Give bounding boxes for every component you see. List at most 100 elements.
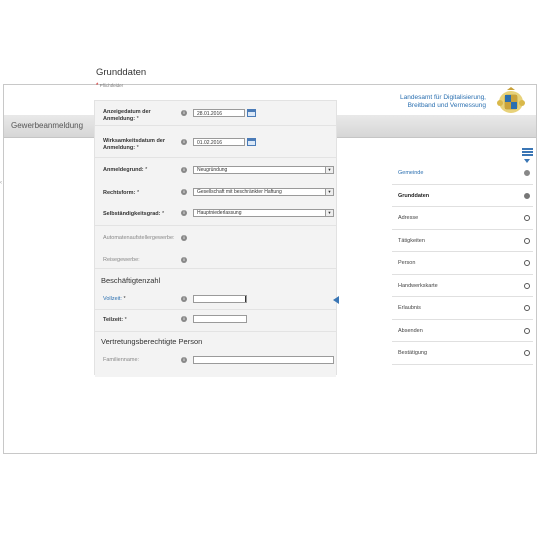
page-title: Gewerbeanmeldung (11, 121, 84, 130)
step-person[interactable]: Person (392, 252, 533, 275)
anmeldegrund-label-text: Anmeldegrund: (103, 167, 144, 173)
required-hint-text: Pflichtfelder (99, 83, 124, 88)
anzeigedatum-label-line1: Anzeigedatum der (103, 109, 151, 115)
required-marker: * (124, 317, 127, 323)
info-icon[interactable]: i (181, 167, 187, 173)
step-taetigkeiten[interactable]: Tätigkeiten (392, 230, 533, 252)
section-heading-grunddaten: Grunddaten (96, 67, 147, 78)
vollzeit-label-text: Vollzeit: (103, 296, 122, 302)
info-icon[interactable]: i (181, 296, 187, 302)
step-label: Adresse (398, 215, 419, 221)
selbstaendigkeitsgrad-label: Selbständigkeitsgrad: * (103, 211, 164, 218)
row-anzeigedatum: Anzeigedatum der Anmeldung: * i 28.01.20… (95, 101, 336, 126)
row-selbstaendigkeitsgrad: Selbständigkeitsgrad: * i Hauptniederlas… (95, 204, 336, 226)
info-icon[interactable]: i (181, 235, 187, 241)
section-beschaeftigte: Beschäftigtenzahl Vollzeit: * i Teilzeit… (95, 268, 336, 377)
step-label: Tätigkeiten (398, 237, 425, 244)
collapse-handle-icon[interactable]: ‹ (0, 180, 2, 186)
text-cursor (245, 296, 246, 302)
step-done-radio-icon (524, 170, 530, 176)
step-label: Person (398, 260, 416, 266)
step-navigation: Gemeinde Grunddaten Adresse Tätigkeiten … (392, 162, 533, 365)
step-adresse[interactable]: Adresse (392, 207, 533, 230)
teilzeit-input[interactable] (193, 315, 247, 323)
calendar-icon[interactable] (247, 138, 256, 146)
anmeldegrund-select[interactable]: Neugründung ▼ (193, 166, 334, 174)
calendar-icon[interactable] (247, 109, 256, 117)
wirksamkeitsdatum-label: Wirksamkeitsdatum der Anmeldung: * (103, 138, 165, 152)
required-hint: * Pflichtfelder (96, 83, 123, 89)
active-field-marker (333, 296, 339, 304)
selbstaendigkeitsgrad-label-text: Selbständigkeitsgrad: (103, 211, 161, 217)
anmeldegrund-label: Anmeldegrund: * (103, 167, 147, 174)
required-marker: * (96, 83, 99, 89)
step-absenden[interactable]: Absenden (392, 320, 533, 342)
bavarian-crest-logo (497, 87, 525, 113)
step-label: Grunddaten (398, 192, 430, 199)
row-anmeldegrund: Anmeldegrund: * i Neugründung ▼ (95, 158, 336, 182)
list-icon[interactable] (522, 148, 533, 157)
vollzeit-input[interactable] (193, 295, 247, 303)
section-heading-vertretung: Vertretungsberechtigte Person (101, 337, 203, 346)
chevron-down-icon: ▼ (325, 189, 333, 195)
rechtsform-label-text: Rechtsform: (103, 190, 136, 196)
info-icon[interactable]: i (181, 210, 187, 216)
step-label: Absenden (398, 327, 423, 334)
step-gemeinde[interactable]: Gemeinde (392, 162, 533, 185)
org-name-line2: Breitband und Vermessung (407, 102, 486, 109)
info-icon[interactable]: i (181, 316, 187, 322)
step-grunddaten[interactable]: Grunddaten (392, 185, 533, 207)
step-radio-icon (524, 260, 530, 266)
info-icon[interactable]: i (181, 139, 187, 145)
step-active-radio-icon (524, 192, 530, 199)
teilzeit-label-text: Teilzeit: (103, 317, 124, 323)
org-name: Landesamt für Digitalisierung, Breitband… (400, 94, 486, 110)
list-icon-bar (522, 154, 533, 156)
info-icon[interactable]: i (181, 110, 187, 116)
step-label: Handwerkskarte (398, 282, 438, 289)
selbstaendigkeitsgrad-value: Hauptniederlassung (197, 210, 242, 216)
step-radio-icon (524, 282, 530, 289)
row-rechtsform: Rechtsform: * i Gesellschaft mit beschrä… (95, 182, 336, 204)
selbstaendigkeitsgrad-select[interactable]: Hauptniederlassung ▼ (193, 209, 334, 217)
anzeigedatum-label-line2: Anmeldung: (103, 116, 136, 122)
list-icon-bar (522, 151, 533, 153)
required-marker: * (162, 211, 165, 217)
required-marker: * (136, 116, 139, 122)
step-label: Gemeinde (398, 170, 424, 176)
step-radio-icon (524, 350, 530, 356)
anzeigedatum-input[interactable]: 28.01.2016 (193, 109, 245, 117)
row-automatenaufstellergewerbe: Automatenaufstellergewerbe: i (95, 226, 336, 248)
info-icon[interactable]: i (181, 189, 187, 195)
automatenaufstellergewerbe-label: Automatenaufstellergewerbe: (103, 235, 175, 241)
reisegewerbe-label: Reisegewerbe: (103, 257, 140, 263)
wirksamkeitsdatum-input[interactable]: 01.02.2016 (193, 138, 245, 146)
vollzeit-label: Vollzeit: * (103, 296, 126, 303)
step-label: Bestätigung (398, 350, 428, 356)
info-icon[interactable]: i (181, 357, 187, 363)
step-radio-icon (524, 237, 530, 244)
chevron-down-icon: ▼ (325, 210, 333, 216)
info-icon[interactable]: i (181, 257, 187, 263)
anzeigedatum-label: Anzeigedatum der Anmeldung: * (103, 109, 151, 123)
teilzeit-label: Teilzeit: * (103, 317, 127, 324)
wirksamkeitsdatum-label-line2: Anmeldung: (103, 145, 136, 151)
rechtsform-label: Rechtsform: * (103, 190, 139, 197)
step-radio-icon (524, 215, 530, 221)
step-label: Erlaubnis (398, 305, 421, 311)
anmeldegrund-value: Neugründung (197, 167, 228, 173)
rechtsform-value: Gesellschaft mit beschränkter Haftung (197, 189, 282, 195)
row-reisegewerbe: Reisegewerbe: i (95, 248, 336, 268)
step-erlaubnis[interactable]: Erlaubnis (392, 297, 533, 320)
divider (95, 309, 336, 310)
divider (95, 331, 336, 332)
row-wirksamkeitsdatum: Wirksamkeitsdatum der Anmeldung: * i 01.… (95, 126, 336, 158)
step-handwerkskarte[interactable]: Handwerkskarte (392, 275, 533, 297)
step-bestaetigung[interactable]: Bestätigung (392, 342, 533, 365)
step-radio-icon (524, 305, 530, 311)
familienname-input[interactable] (193, 356, 334, 364)
required-marker: * (136, 145, 139, 151)
rechtsform-select[interactable]: Gesellschaft mit beschränkter Haftung ▼ (193, 188, 334, 196)
wirksamkeitsdatum-label-line1: Wirksamkeitsdatum der (103, 138, 166, 144)
org-name-line1: Landesamt für Digitalisierung, (400, 94, 486, 101)
